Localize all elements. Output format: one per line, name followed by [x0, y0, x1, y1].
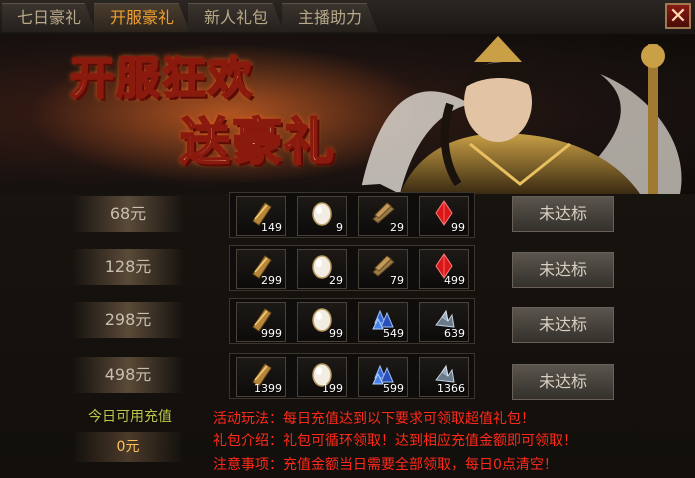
- tab-newbie-pack[interactable]: 新人礼包: [188, 3, 284, 32]
- reward-item-slot[interactable]: 79: [358, 249, 408, 289]
- reward-item-slot[interactable]: 1399: [236, 357, 286, 397]
- item-quantity: 1399: [254, 382, 282, 395]
- egg-icon: [308, 199, 336, 227]
- item-quantity: 1366: [437, 382, 465, 395]
- price-tier: 498元: [72, 357, 184, 393]
- reward-item-slot[interactable]: 199: [297, 357, 347, 397]
- rule-gameplay: 活动玩法：每日充值达到以下要求可领取超值礼包！: [213, 411, 535, 427]
- item-quantity: 9: [336, 221, 343, 234]
- reward-item-slot[interactable]: 29: [297, 249, 347, 289]
- reward-item-list: 299 29 79 499: [229, 245, 475, 291]
- reward-item-slot[interactable]: 149: [236, 196, 286, 236]
- reward-item-slot[interactable]: 29: [358, 196, 408, 236]
- price-tier: 68元: [72, 196, 184, 232]
- item-quantity: 639: [444, 327, 465, 340]
- tab-bar: 七日豪礼 开服豪礼 新人礼包 主播助力 ✕: [0, 0, 695, 35]
- tab-seven-day-gifts[interactable]: 七日豪礼: [2, 3, 96, 32]
- reward-item-slot[interactable]: 599: [358, 357, 408, 397]
- reward-item-slot[interactable]: 1366: [419, 357, 469, 397]
- item-quantity: 99: [329, 327, 343, 340]
- reward-item-list: 1399 199 599 1366: [229, 353, 475, 399]
- reward-item-slot[interactable]: 499: [419, 249, 469, 289]
- item-quantity: 999: [261, 327, 282, 340]
- reward-item-slot[interactable]: 639: [419, 302, 469, 342]
- item-quantity: 79: [390, 274, 404, 287]
- price-tier: 128元: [72, 249, 184, 285]
- rule-pack-intro: 礼包介绍：礼包可循环领取！达到相应充值金额即可领取！: [213, 433, 577, 449]
- item-quantity: 99: [451, 221, 465, 234]
- tab-server-open-gifts[interactable]: 开服豪礼: [94, 3, 190, 32]
- banner-subtitle: 送豪礼: [179, 111, 336, 172]
- claim-button[interactable]: 未达标: [512, 252, 614, 288]
- reward-item-list: 149 9 29 99: [229, 192, 475, 238]
- footer-info: 今日可用充值 0元 活动玩法：每日充值达到以下要求可领取超值礼包！ 礼包介绍：礼…: [0, 400, 695, 478]
- rule-notice: 注意事项：充值金额当日需要全部领取，每日0点清空！: [213, 457, 558, 473]
- event-window: 七日豪礼 开服豪礼 新人礼包 主播助力 ✕ 开服狂欢 送豪礼 68元 149 9…: [0, 0, 695, 478]
- reward-item-slot[interactable]: 99: [419, 196, 469, 236]
- reward-item-slot[interactable]: 999: [236, 302, 286, 342]
- item-quantity: 199: [322, 382, 343, 395]
- reward-item-slot[interactable]: 549: [358, 302, 408, 342]
- today-recharge-value: 0元: [72, 432, 184, 462]
- item-quantity: 29: [329, 274, 343, 287]
- reward-item-list: 999 99 549 639: [229, 298, 475, 344]
- banner-title: 开服狂欢: [69, 52, 254, 105]
- item-quantity: 149: [261, 221, 282, 234]
- claim-button[interactable]: 未达标: [512, 364, 614, 400]
- price-tier: 298元: [72, 302, 184, 338]
- item-quantity: 29: [390, 221, 404, 234]
- close-button[interactable]: ✕: [665, 3, 691, 29]
- claim-button[interactable]: 未达标: [512, 307, 614, 343]
- event-banner: 开服狂欢 送豪礼: [0, 34, 695, 194]
- item-quantity: 499: [444, 274, 465, 287]
- tab-streamer-support[interactable]: 主播助力: [282, 3, 378, 32]
- close-icon: ✕: [668, 4, 688, 29]
- reward-item-slot[interactable]: 9: [297, 196, 347, 236]
- reward-item-slot[interactable]: 99: [297, 302, 347, 342]
- item-quantity: 549: [383, 327, 404, 340]
- reward-item-slot[interactable]: 299: [236, 249, 286, 289]
- item-quantity: 599: [383, 382, 404, 395]
- claim-button[interactable]: 未达标: [512, 196, 614, 232]
- item-quantity: 299: [261, 274, 282, 287]
- today-recharge-label: 今日可用充值: [88, 409, 172, 425]
